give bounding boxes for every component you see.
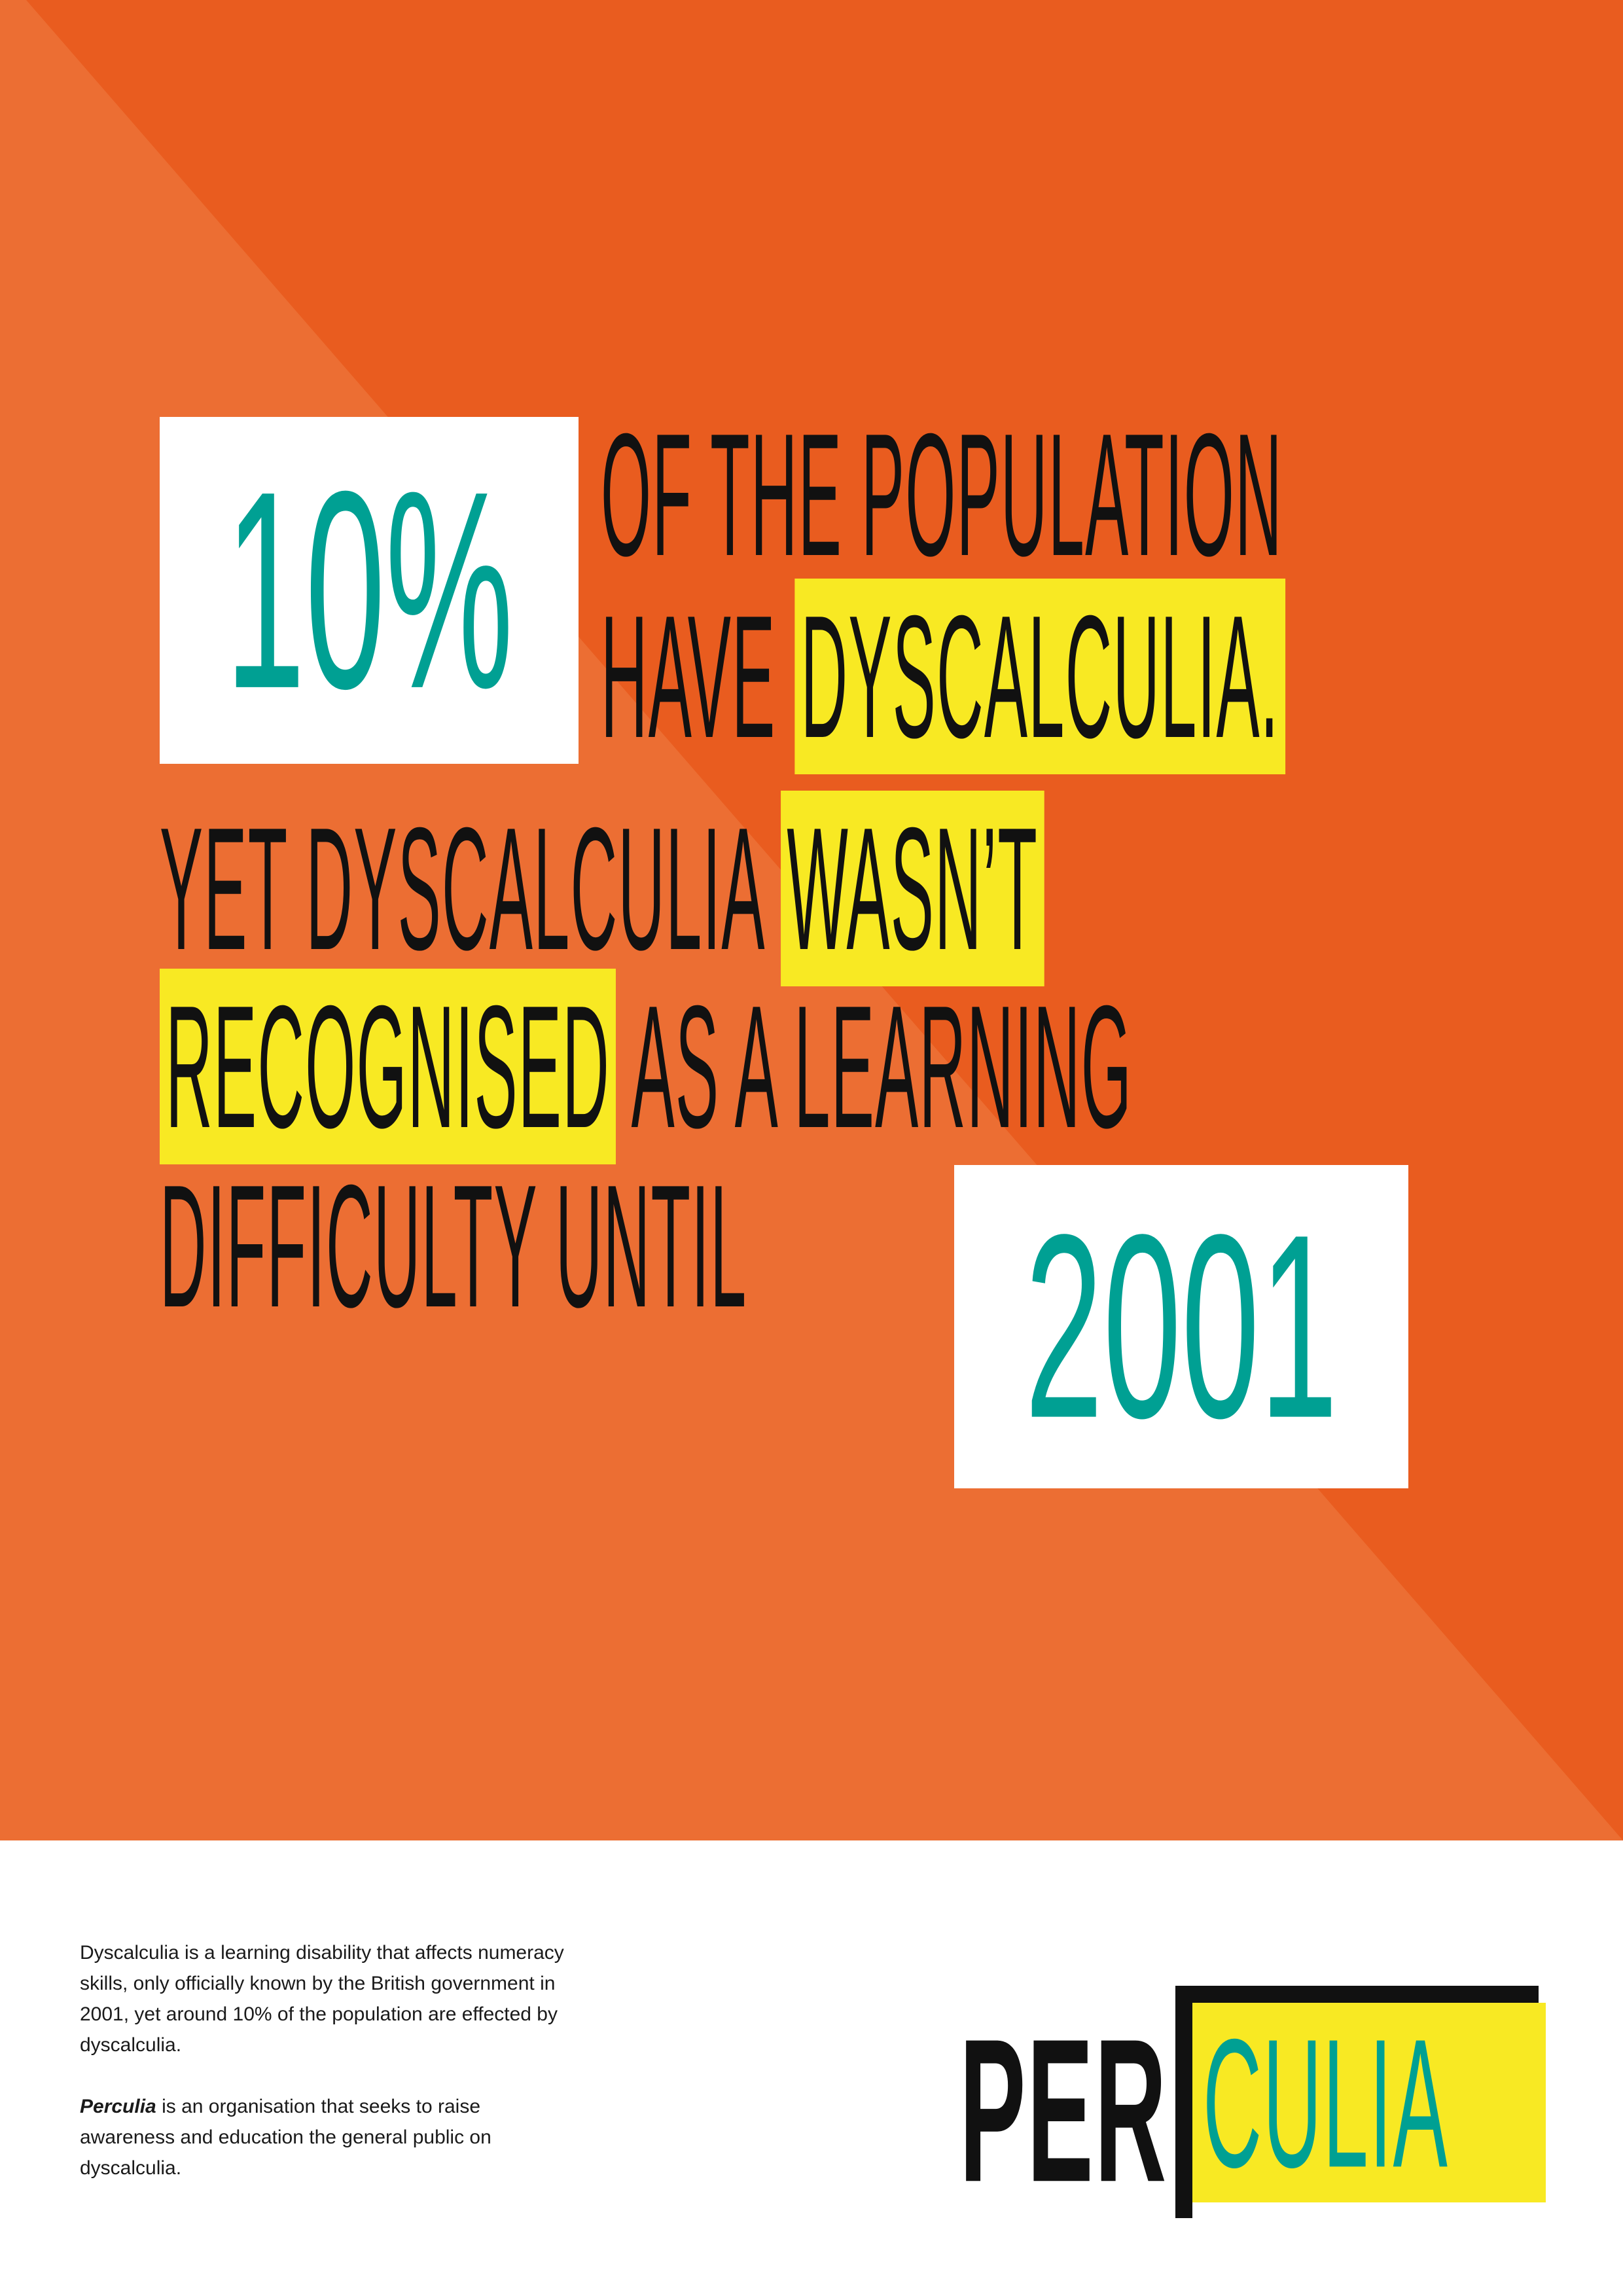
footer-paragraph-1: Dyscalculia is a learning disability tha… [80,1942,564,2056]
footer-description: Dyscalculia is a learning disability tha… [80,1937,577,2214]
highlight-dyscalculia: DYSCALCULIA. [794,578,1285,775]
perculia-logo: PER CULIA [959,1940,1548,2221]
logo-text-per: PER [959,1996,1168,2225]
headline-line-3: YET DYSCALCULIA WASN’T [160,790,1044,987]
headline-line-4-plain: AS A LEARNING [631,968,1133,1165]
stat-year-value: 2001 [1024,1180,1338,1473]
headline-line-2-plain: HAVE [601,578,776,775]
stat-year-box: 2001 [954,1165,1408,1488]
headline-line-2: HAVE DYSCALCULIA. [601,578,1285,775]
headline-line-1: OF THE POPULATION [601,407,1283,582]
stat-percent-value: 10% [224,433,514,747]
headline-line-5: DIFFICULTY UNTIL [160,1158,747,1333]
stat-percent-box: 10% [160,417,579,764]
highlight-recognised: RECOGNISED [160,968,616,1165]
footer-brand-name: Perculia [80,2096,156,2117]
logo-text-culia: CULIA [1203,2000,1449,2206]
headline-line-3-plain: YET DYSCALCULIA [160,790,762,987]
headline-line-4: RECOGNISED AS A LEARNING [160,968,1132,1165]
headline-line-5-plain: DIFFICULTY UNTIL [160,1147,747,1344]
footer-paragraph-2: Perculia is an organisation that seeks t… [80,2091,577,2183]
poster-background: 10% OF THE POPULATION HAVE DYSCALCULIA. … [0,0,1623,1840]
highlight-wasnt: WASN’T [781,790,1044,987]
headline-line-1-text: OF THE POPULATION [601,396,1283,593]
logo-bracket-side-bar [1175,1986,1192,2218]
